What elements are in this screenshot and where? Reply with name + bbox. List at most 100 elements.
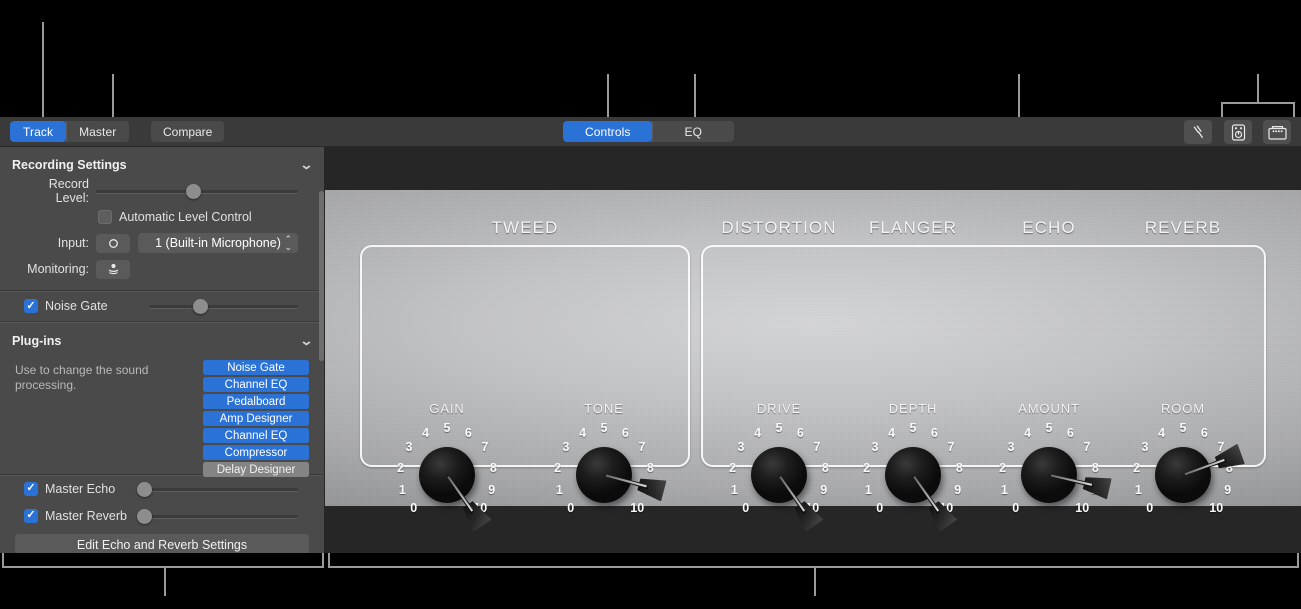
input-row: Input: 1 (Built-in Microphone) ⌃ ⌄: [0, 230, 324, 256]
amp-knob-tick: 6: [1200, 426, 1208, 441]
tab-controls[interactable]: Controls: [563, 121, 653, 142]
plugin-slot[interactable]: Compressor: [203, 445, 309, 460]
plugin-slot[interactable]: Pedalboard: [203, 394, 309, 409]
tab-master[interactable]: Master: [66, 121, 130, 142]
callout-line-eq: [694, 74, 696, 118]
amp-knob-tick: 1: [1000, 482, 1008, 497]
amp-controls-layer: TWEED DISTORTION FLANGER ECHO REVERB GAIN 0 1 2 3…: [325, 190, 1301, 506]
callout-bracket-amp-left: [328, 552, 330, 568]
amp-knob-tick: 4: [579, 426, 587, 441]
pedalboard-icon[interactable]: [1224, 120, 1252, 144]
callout-line-plugins-stem: [1257, 74, 1259, 104]
amp-knob[interactable]: DEPTH 0 1 2 3 4 5 6 7 8 9 10: [863, 401, 963, 525]
amp-knob-tick: 1: [1134, 482, 1142, 497]
amp-knob[interactable]: ROOM 0 1 2 3 4 5 6 7 8 9 10: [1133, 401, 1233, 525]
inspector-sidebar: Recording Settings ⌄ Record Level: Autom…: [0, 147, 325, 553]
monitoring-row: Monitoring:: [0, 256, 324, 282]
master-reverb-checkbox[interactable]: [24, 508, 38, 523]
amp-knob-tick: 2: [863, 460, 871, 475]
callout-line-master: [112, 74, 114, 118]
automatic-level-control-checkbox[interactable]: [98, 210, 112, 224]
chevron-down-icon[interactable]: ⌄: [299, 157, 313, 173]
tab-track[interactable]: Track: [10, 121, 67, 142]
slider-thumb[interactable]: [185, 184, 201, 199]
amp-knob-label: ROOM: [1160, 401, 1206, 416]
callout-line-plugins-left: [1221, 102, 1223, 118]
amp-section-title: REVERB: [1144, 218, 1222, 237]
monitoring-icon[interactable]: [96, 259, 130, 279]
automatic-level-control-row[interactable]: Automatic Level Control: [0, 204, 324, 230]
amp-knob-tick: 0: [742, 501, 750, 516]
tab-eq[interactable]: EQ: [652, 121, 735, 142]
amp-knob-tick: 8: [955, 460, 963, 475]
master-echo-row: Master Echo: [0, 475, 324, 502]
input-source-value: 1 (Built-in Microphone): [155, 236, 281, 250]
amp-knob-tick: 5: [600, 421, 608, 435]
amp-knob-tick: 2: [397, 460, 405, 475]
plugin-slot[interactable]: Amp Designer: [203, 411, 309, 426]
amp-knob-tick: 1: [398, 482, 406, 497]
noise-gate-label: Noise Gate: [45, 299, 108, 313]
amp-icon[interactable]: [1263, 120, 1291, 144]
amp-knob-tick: 8: [821, 460, 829, 475]
recording-settings-header[interactable]: Recording Settings ⌄: [0, 152, 324, 178]
amp-knob-tick: 4: [888, 426, 896, 441]
amp-knob-tick: 1: [555, 482, 563, 497]
record-level-slider[interactable]: [96, 183, 298, 199]
amp-knob-tick: 3: [1141, 440, 1149, 455]
amp-knob-tick: 7: [1083, 440, 1091, 455]
edit-echo-reverb-settings-button[interactable]: Edit Echo and Reverb Settings: [15, 534, 309, 553]
screenshot-root: Track Master Compare Controls EQ Recordi…: [0, 0, 1301, 609]
amp-knob-tick: 5: [909, 421, 917, 435]
callout-bracket-amp-stem: [814, 566, 816, 596]
slider-thumb[interactable]: [137, 508, 153, 524]
amp-knob-tick: 9: [954, 482, 962, 497]
master-echo-label: Master Echo: [45, 481, 116, 496]
amp-knob[interactable]: TONE012345678910: [554, 401, 654, 525]
amp-knob-tick: 3: [562, 440, 570, 455]
amp-knob-tick: 0: [1012, 501, 1020, 516]
amp-knob-tick: 1: [864, 482, 872, 497]
tuner-icon[interactable]: [1184, 120, 1212, 144]
slider-track: [141, 514, 298, 518]
controls-eq-segmented-control[interactable]: Controls EQ: [563, 121, 735, 142]
mono-circle-icon[interactable]: [96, 233, 130, 253]
amp-knob-tick: 10: [1209, 501, 1224, 516]
amp-knob-tick: 2: [1133, 460, 1141, 475]
amp-knob[interactable]: GAIN 0 1 2 3 4 5 6 7 8 9 10: [397, 401, 497, 525]
callout-bracket-amp-right: [1297, 552, 1299, 568]
callout-line-controls: [607, 74, 609, 118]
noise-gate-checkbox[interactable]: [24, 299, 38, 313]
monitoring-label: Monitoring:: [27, 262, 89, 276]
amp-knob-tick: 4: [422, 426, 430, 441]
plugin-slot[interactable]: Channel EQ: [203, 377, 309, 392]
amp-knob-tick: 7: [813, 440, 821, 455]
plugins-description: Use to change the sound processing.: [15, 363, 149, 392]
compare-button[interactable]: Compare: [151, 121, 225, 142]
amp-knob-tick: 8: [1091, 460, 1099, 475]
track-master-segmented-control[interactable]: Track Master: [10, 121, 130, 142]
amp-knob-tick: 3: [405, 440, 413, 455]
input-source-popup[interactable]: 1 (Built-in Microphone) ⌃ ⌄: [138, 233, 298, 253]
amp-knob-tick: 6: [930, 426, 938, 441]
chevron-down-icon[interactable]: ⌄: [299, 333, 313, 349]
plugins-header[interactable]: Plug-ins ⌄: [0, 328, 324, 354]
master-reverb-slider[interactable]: [137, 508, 298, 524]
automatic-level-control-label: Automatic Level Control: [119, 210, 252, 224]
plugin-slot[interactable]: Delay Designer: [203, 462, 309, 477]
noise-gate-slider[interactable]: [149, 298, 298, 314]
amp-knob-tick: 4: [754, 426, 762, 441]
amp-knob-label: DEPTH: [888, 401, 938, 416]
amp-knob-tick: 2: [999, 460, 1007, 475]
plugin-slot[interactable]: Noise Gate: [203, 360, 309, 375]
slider-thumb[interactable]: [137, 481, 153, 497]
master-echo-checkbox[interactable]: [24, 481, 38, 496]
amp-knob-tick: 3: [871, 440, 879, 455]
master-reverb-label: Master Reverb: [45, 508, 127, 523]
noise-gate-row: Noise Gate: [0, 291, 324, 321]
master-echo-slider[interactable]: [137, 481, 298, 497]
slider-thumb[interactable]: [192, 299, 208, 314]
amp-knob[interactable]: DRIVE 0 1 2 3 4 5 6 7 8 9 10: [729, 401, 829, 525]
amp-knob[interactable]: AMOUNT012345678910: [999, 401, 1099, 525]
plugin-slot[interactable]: Channel EQ: [203, 428, 309, 443]
